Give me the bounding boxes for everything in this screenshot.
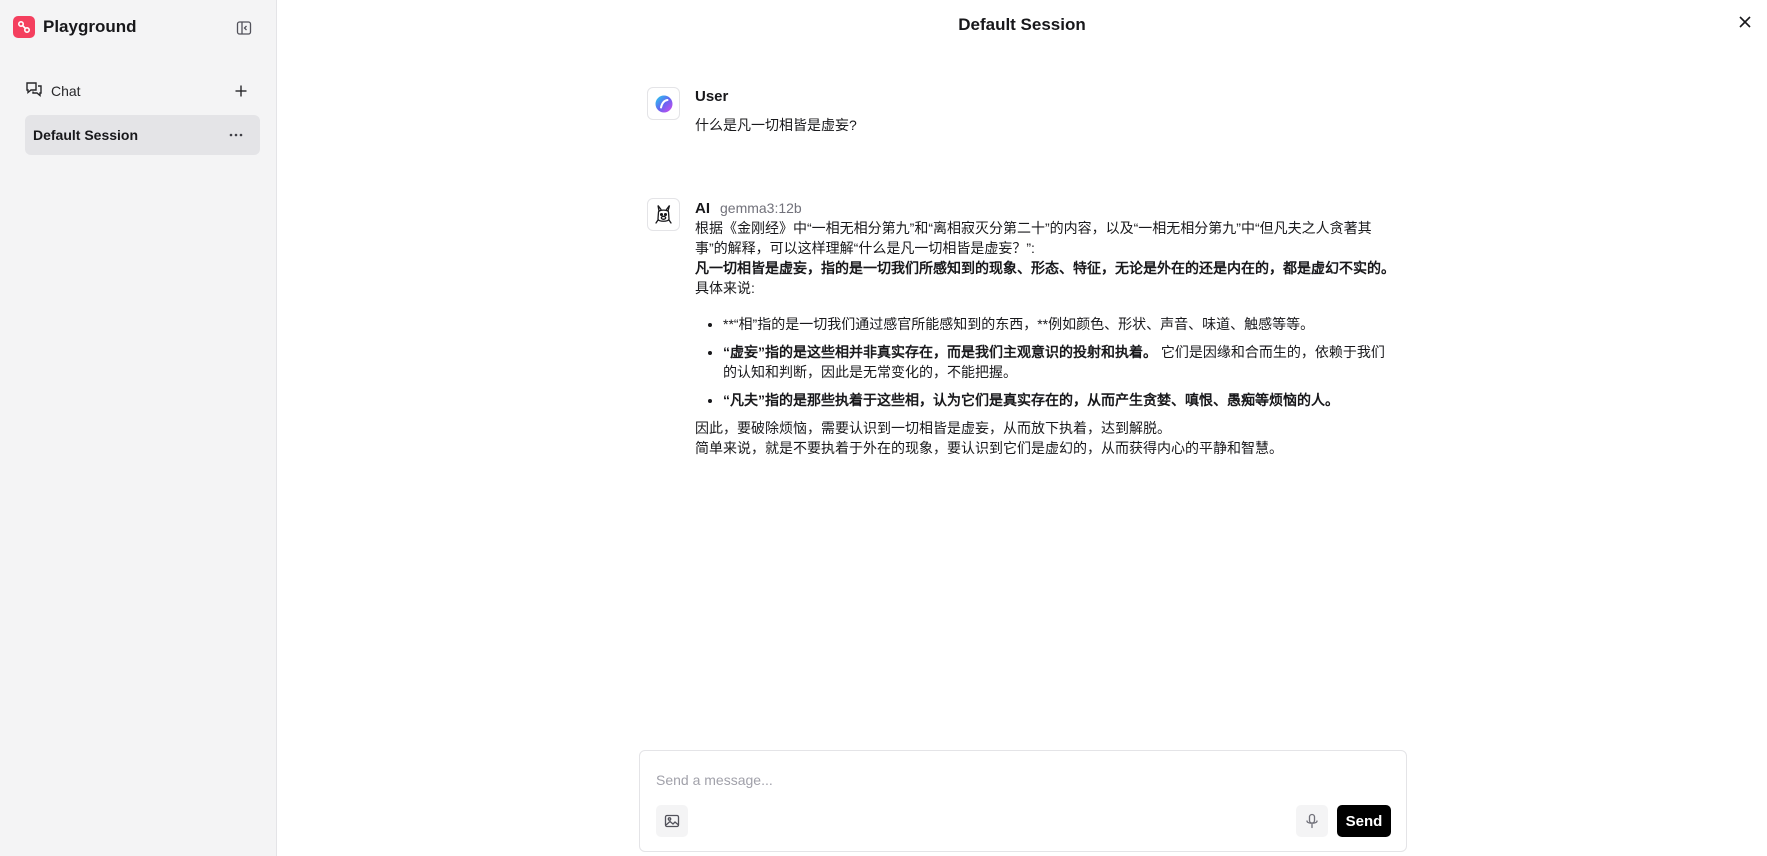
send-button[interactable]: Send (1337, 805, 1391, 837)
session-label: Default Session (33, 127, 139, 143)
list-item: “凡夫”指的是那些执着于这些相，认为它们是真实存在的，从而产生贪婪、嗔恨、愚痴等… (723, 390, 1395, 410)
message-text: 什么是凡一切相皆是虚妄? (695, 117, 857, 133)
message-text: 根据《金刚经》中“一相无相分第九”和“离相寂灭分第二十”的内容，以及“一相无相分… (695, 218, 1395, 458)
add-chat-button[interactable] (231, 81, 251, 101)
list-item-bold: “虚妄”指的是这些相并非真实存在，而是我们主观意识的投射和执着。 (723, 344, 1157, 360)
session-item-default[interactable]: Default Session (25, 115, 260, 155)
ai-final-text: 简单来说，就是不要执着于外在的现象，要认识到它们是虚幻的，从而获得内心的平静和智… (695, 440, 1283, 456)
list-item: **“相”指的是一切我们通过感官所能感知到的东西，**例如颜色、形状、声音、味道… (723, 314, 1395, 334)
sidebar-toggle-icon[interactable] (234, 18, 254, 38)
microphone-icon[interactable] (1296, 805, 1328, 837)
sidebar-item-chat[interactable]: Chat (25, 80, 255, 102)
model-tag: gemma3:12b (720, 200, 802, 216)
list-item-text: **“相”指的是一切我们通过感官所能感知到的东西，**例如颜色、形状、声音、味道… (723, 316, 1315, 332)
page-title: Default Session (958, 15, 1086, 34)
sidebar-item-label: Chat (51, 83, 81, 99)
app-title: Playground (43, 17, 137, 36)
message-input[interactable] (656, 769, 1376, 791)
message-author: User (695, 88, 729, 105)
ai-conclusion-text: 因此，要破除烦恼，需要认识到一切相皆是虚妄，从而放下执着，达到解脱。 (695, 420, 1171, 436)
ai-message-body: AI gemma3:12b 根据《金刚经》中“一相无相分第九”和“离相寂灭分第二十… (695, 198, 1395, 458)
playground-app: Playground Chat Default Session Default … (0, 0, 1767, 856)
ai-summary-lead: 具体来说: (695, 280, 755, 296)
list-item: “虚妄”指的是这些相并非真实存在，而是我们主观意识的投射和执着。 它们是因缘和合… (723, 342, 1395, 382)
brand: Playground (13, 16, 137, 38)
list-item-bold: “凡夫”指的是那些执着于这些相，认为它们是真实存在的，从而产生贪婪、嗔恨、愚痴等… (723, 392, 1339, 408)
ellipsis-icon[interactable] (226, 125, 246, 145)
main-panel: Default Session User 什么是凡一切相皆是虚妄? AI gem… (277, 0, 1767, 856)
ai-bullet-list: **“相”指的是一切我们通过感官所能感知到的东西，**例如颜色、形状、声音、味道… (695, 314, 1395, 410)
image-attach-icon[interactable] (656, 805, 688, 837)
ai-intro-text: 根据《金刚经》中“一相无相分第九”和“离相寂灭分第二十”的内容，以及“一相无相分… (695, 220, 1372, 256)
message-composer: Send (639, 750, 1407, 852)
chat-bubbles-icon (25, 80, 43, 103)
sidebar: Playground Chat Default Session (0, 0, 277, 856)
ai-summary-bold: 凡一切相皆是虚妄，指的是一切我们所感知到的现象、形态、特征，无论是外在的还是内在… (695, 260, 1395, 276)
user-avatar-icon (647, 87, 680, 120)
message-header: AI gemma3:12b (695, 198, 1395, 218)
llama-avatar-icon (647, 198, 680, 231)
close-icon[interactable] (1735, 12, 1755, 32)
user-message-body: User 什么是凡一切相皆是虚妄? (695, 87, 1395, 135)
message-author: AI (695, 200, 710, 217)
brand-logo-icon (13, 16, 35, 38)
